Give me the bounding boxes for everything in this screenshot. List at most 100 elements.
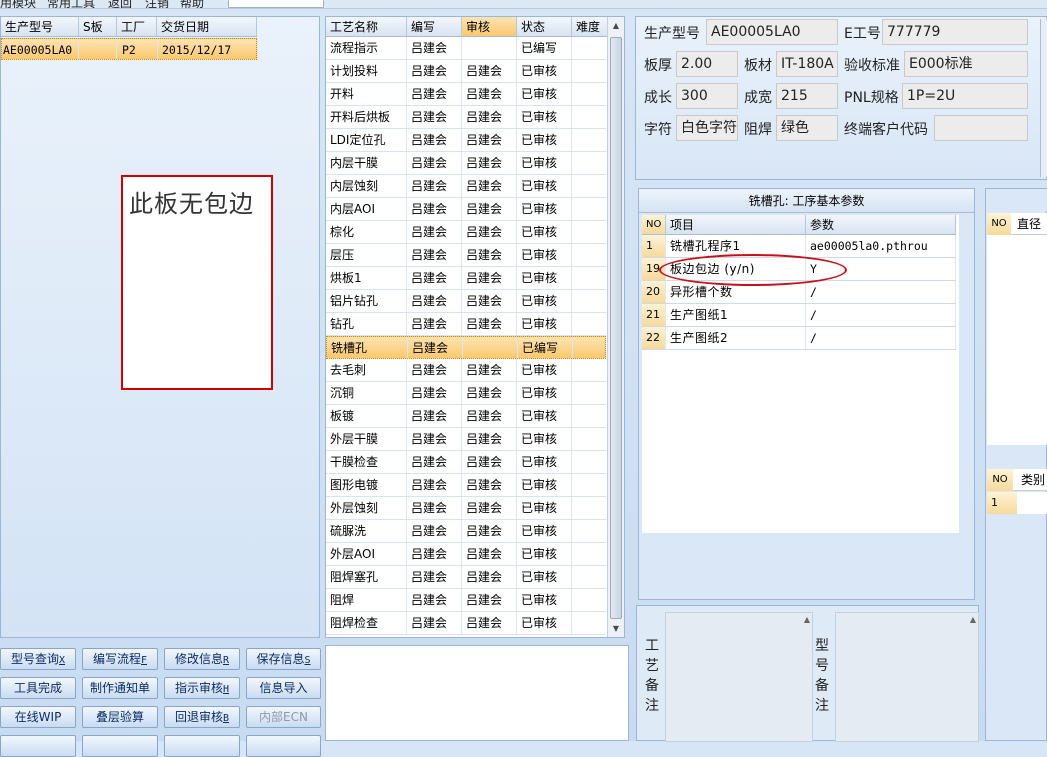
partial-button-4[interactable] <box>246 735 321 757</box>
col-header-param[interactable]: 参数 <box>806 215 956 234</box>
process-row[interactable]: 开料后烘板 吕建会 吕建会 已审核 <box>326 106 608 129</box>
scroll-thumb[interactable] <box>610 37 622 619</box>
col-header-diameter[interactable]: 直径 <box>1017 213 1041 235</box>
process-row[interactable]: 阻焊塞孔 吕建会 吕建会 已审核 <box>326 566 608 589</box>
menu-item-logout[interactable]: 注销 <box>145 0 169 8</box>
process-row[interactable]: 去毛刺 吕建会 吕建会 已审核 <box>326 359 608 382</box>
process-row[interactable]: 铣槽孔 吕建会 已编写 <box>326 336 609 359</box>
process-row[interactable]: 内层AOI 吕建会 吕建会 已审核 <box>326 198 608 221</box>
scroll-down-arrow-icon[interactable]: ▼ <box>608 620 624 637</box>
make-notice-button[interactable]: 制作通知单 <box>82 677 158 699</box>
col-header-factory[interactable]: 工厂 <box>117 17 157 36</box>
col-header-no[interactable]: NO <box>987 469 1013 491</box>
scroll-up-arrow-icon[interactable]: ▲ <box>608 17 624 34</box>
process-row[interactable]: 外层干膜 吕建会 吕建会 已审核 <box>326 428 608 451</box>
online-wip-button[interactable]: 在线WIP <box>0 706 76 728</box>
order-row[interactable]: AE00005LA0 P2 2015/12/17 <box>1 38 258 60</box>
menu-item-modules[interactable]: 用模块 <box>0 0 36 8</box>
model-field[interactable]: AE00005LA0 <box>706 19 838 45</box>
process-scrollbar[interactable]: ▲ ▼ <box>607 17 624 637</box>
process-row[interactable]: 烘板1 吕建会 吕建会 已审核 <box>326 267 608 290</box>
col-header-item[interactable]: 项目 <box>666 215 806 234</box>
param-row[interactable]: 1 铣槽孔程序1 ae00005la0.pthrou <box>642 235 956 258</box>
modify-info-button[interactable]: 修改信息R <box>164 648 240 670</box>
far-right-panel: NO 直径 NO 类别 1 <box>985 188 1047 741</box>
col-header-category[interactable]: 类别 <box>1021 469 1045 491</box>
col-header-no[interactable]: NO <box>987 213 1011 235</box>
mask-field[interactable]: 绿色 <box>776 115 838 141</box>
partial-button-1[interactable] <box>0 735 76 757</box>
rollback-review-button[interactable]: 回退审核B <box>164 706 240 728</box>
process-difficulty-cell <box>572 543 608 565</box>
char-field[interactable]: 白色字符 <box>676 115 738 141</box>
param-row[interactable]: 21 生产图纸1/ <box>642 304 956 327</box>
e-no-field[interactable]: 777779 <box>882 19 1028 45</box>
process-row[interactable]: 计划投料 吕建会 吕建会 已审核 <box>326 60 608 83</box>
save-info-button[interactable]: 保存信息S <box>246 648 321 670</box>
process-row[interactable]: 沉铜 吕建会 吕建会 已审核 <box>326 382 608 405</box>
tool-done-button[interactable]: 工具完成 <box>0 677 76 699</box>
menu-item-tools[interactable]: 常用工具 <box>47 0 95 8</box>
process-row[interactable]: 图形电镀 吕建会 吕建会 已审核 <box>326 474 608 497</box>
param-row[interactable]: 20 异形槽个数 / <box>642 281 956 304</box>
col-header-reviewer[interactable]: 审核 <box>462 17 517 36</box>
import-info-button[interactable]: 信息导入 <box>246 677 321 699</box>
process-name-cell: 外层干膜 <box>326 428 407 450</box>
col-header-process-name[interactable]: 工艺名称 <box>326 17 407 36</box>
internal-ecn-button[interactable]: 内部ECN <box>246 706 321 728</box>
partial-button-2[interactable] <box>82 735 158 757</box>
col-header-s-board[interactable]: S板 <box>79 17 117 36</box>
process-row[interactable]: 干膜检查 吕建会 吕建会 已审核 <box>326 451 608 474</box>
width-field[interactable]: 215 <box>776 83 838 109</box>
param-row[interactable]: 22 生产图纸2/ <box>642 327 956 350</box>
message-area <box>325 645 629 741</box>
process-status-cell: 已审核 <box>517 106 572 128</box>
process-row[interactable]: 铝片钻孔 吕建会 吕建会 已审核 <box>326 290 608 313</box>
menu-search-input[interactable] <box>228 0 324 8</box>
menu-item-back[interactable]: 返回 <box>108 0 132 8</box>
col-header-no[interactable]: NO <box>642 215 666 234</box>
model-remark-field[interactable]: ▲ <box>835 612 979 742</box>
process-row[interactable]: 棕化 吕建会 吕建会 已审核 <box>326 221 608 244</box>
query-model-button[interactable]: 型号查询X <box>0 648 76 670</box>
length-field[interactable]: 300 <box>676 83 738 109</box>
process-status-cell: 已审核 <box>517 474 572 496</box>
partial-button-3[interactable] <box>164 735 240 757</box>
customer-field[interactable] <box>934 115 1028 141</box>
process-row[interactable]: 流程指示 吕建会 已编写 <box>326 37 608 60</box>
col-header-delivery-date[interactable]: 交货日期 <box>157 17 257 36</box>
process-name-cell: LDI定位孔 <box>326 129 407 151</box>
process-row[interactable]: 外层AOI 吕建会 吕建会 已审核 <box>326 543 608 566</box>
col-header-author[interactable]: 编写 <box>407 17 462 36</box>
model-label: 生产型号 <box>644 26 700 42</box>
stack-verify-button[interactable]: 叠层验算 <box>82 706 158 728</box>
process-row[interactable]: 板镀 吕建会 吕建会 已审核 <box>326 405 608 428</box>
process-remark-field[interactable]: ▲ <box>665 612 813 742</box>
process-author-cell: 吕建会 <box>407 382 462 404</box>
process-row[interactable]: 内层蚀刻 吕建会 吕建会 已审核 <box>326 175 608 198</box>
category-row[interactable]: 1 <box>987 492 1047 514</box>
instruction-review-button[interactable]: 指示审核H <box>164 677 240 699</box>
process-row[interactable]: 外层蚀刻 吕建会 吕建会 已审核 <box>326 497 608 520</box>
process-row[interactable]: 层压 吕建会 吕建会 已审核 <box>326 244 608 267</box>
thickness-field[interactable]: 2.00 <box>676 51 738 77</box>
material-field[interactable]: IT-180A <box>776 51 838 77</box>
col-header-model[interactable]: 生产型号 <box>1 17 79 36</box>
process-row[interactable]: 阻焊 吕建会 吕建会 已审核 <box>326 589 608 612</box>
col-header-difficulty[interactable]: 难度 <box>572 17 608 36</box>
process-row[interactable]: 内层干膜 吕建会 吕建会 已审核 <box>326 152 608 175</box>
process-row[interactable]: 开料 吕建会 吕建会 已审核 <box>326 83 608 106</box>
param-value-cell: ae00005la0.pthrou <box>806 235 956 257</box>
standard-field[interactable]: E000标准 <box>904 51 1028 77</box>
write-flow-button[interactable]: 编写流程F <box>82 648 158 670</box>
process-row[interactable]: LDI定位孔 吕建会 吕建会 已审核 <box>326 129 608 152</box>
col-header-status[interactable]: 状态 <box>517 17 572 36</box>
pnl-field[interactable]: 1P=2U <box>902 83 1028 109</box>
process-name-cell: 板镀 <box>326 405 407 427</box>
menu-item-help[interactable]: 帮助 <box>180 0 204 8</box>
info-scrollbar[interactable] <box>1040 19 1047 177</box>
process-row[interactable]: 硫脲洗 吕建会 吕建会 已审核 <box>326 520 608 543</box>
process-row[interactable]: 阻焊检查 吕建会 吕建会 已审核 <box>326 612 608 635</box>
length-label: 成长 <box>644 90 672 106</box>
process-row[interactable]: 钻孔 吕建会 吕建会 已审核 <box>326 313 608 336</box>
